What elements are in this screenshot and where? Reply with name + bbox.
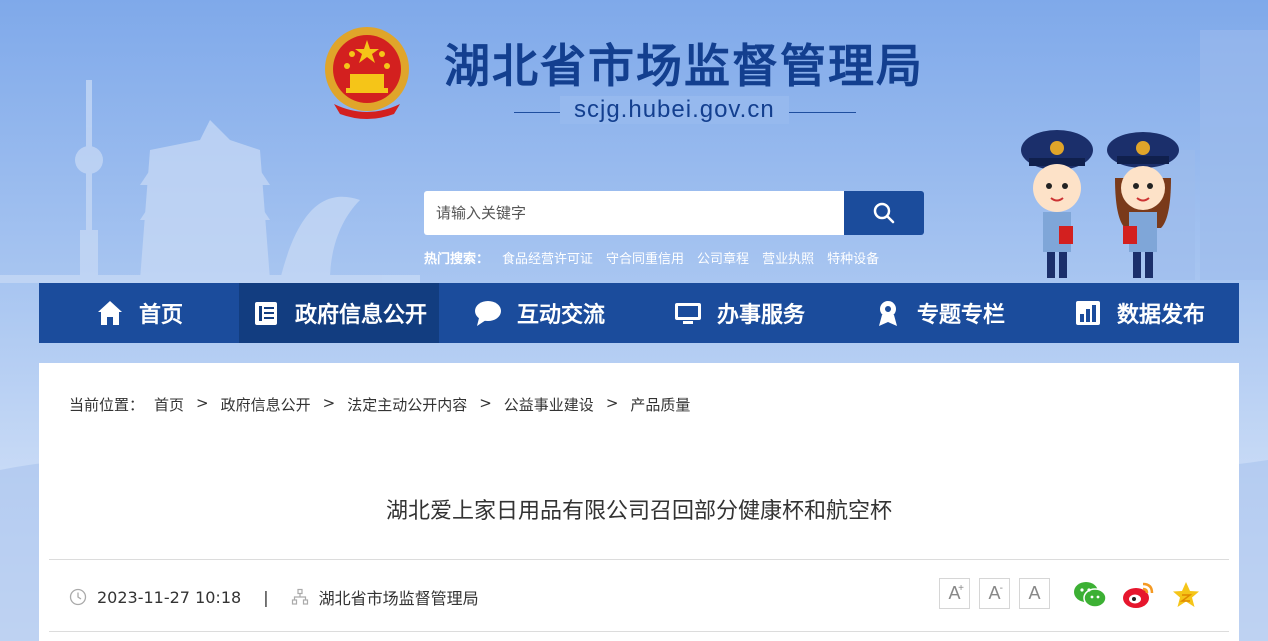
breadcrumb: 当前位置： 首页 > 政府信息公开 > 法定主动公开内容 > 公益事业建设 > … bbox=[69, 394, 690, 415]
nav-item-label: 互动交流 bbox=[516, 303, 605, 328]
font-decrease-button[interactable]: A- bbox=[979, 578, 1010, 609]
minus-icon: - bbox=[999, 583, 1003, 594]
clock-icon bbox=[69, 588, 87, 606]
hot-search-term[interactable]: 食品经营许可证 bbox=[502, 248, 593, 267]
breadcrumb-item[interactable]: 公益事业建设 bbox=[504, 394, 594, 415]
document-list-icon bbox=[254, 302, 277, 325]
weibo-icon[interactable] bbox=[1121, 578, 1155, 612]
breadcrumb-item[interactable]: 法定主动公开内容 bbox=[347, 394, 467, 415]
meta-divider bbox=[49, 631, 1229, 632]
breadcrumb-label: 当前位置： bbox=[69, 396, 145, 414]
site-title: 湖北省市场监督管理局 bbox=[444, 39, 924, 93]
breadcrumb-separator: > bbox=[605, 394, 619, 412]
nav-item-gov-info[interactable]: 政府信息公开 bbox=[239, 283, 439, 343]
main-nav: 首页 政府信息公开 互动交流 办事服务 专题专栏 数据发布 bbox=[39, 283, 1239, 343]
nav-item-label: 办事服务 bbox=[716, 303, 805, 328]
font-reset-button[interactable]: A bbox=[1019, 578, 1050, 609]
bar-chart-icon bbox=[1075, 301, 1100, 325]
breadcrumb-item[interactable]: 政府信息公开 bbox=[221, 394, 311, 415]
font-reset-label: A bbox=[1028, 583, 1041, 603]
search-icon bbox=[873, 202, 895, 224]
nav-item-services[interactable]: 办事服务 bbox=[639, 283, 839, 343]
nav-item-interaction[interactable]: 互动交流 bbox=[439, 283, 639, 343]
article-source: 湖北省市场监督管理局 bbox=[318, 589, 479, 608]
hot-search-term[interactable]: 营业执照 bbox=[762, 248, 814, 267]
meta-separator: | bbox=[263, 587, 269, 607]
font-size-controls: A + A- A bbox=[939, 578, 1050, 609]
hot-search-label: 热门搜索： bbox=[424, 252, 490, 267]
share-icons bbox=[1073, 578, 1203, 612]
search-bar bbox=[424, 191, 924, 235]
breadcrumb-item[interactable]: 产品质量 bbox=[630, 394, 690, 415]
breadcrumb-separator: > bbox=[479, 394, 492, 412]
search-button[interactable] bbox=[844, 191, 924, 235]
nav-item-label: 数据发布 bbox=[1116, 303, 1205, 328]
badge-icon bbox=[878, 301, 897, 326]
organization-icon bbox=[291, 588, 308, 605]
favorite-star-icon[interactable] bbox=[1169, 578, 1203, 612]
article-panel: 当前位置： 首页 > 政府信息公开 > 法定主动公开内容 > 公益事业建设 > … bbox=[39, 363, 1239, 641]
article-title: 湖北爱上家日用品有限公司召回部分健康杯和航空杯 bbox=[385, 499, 892, 524]
nav-item-label: 政府信息公开 bbox=[294, 303, 427, 328]
font-increase-button[interactable]: A + bbox=[939, 578, 970, 609]
breadcrumb-item[interactable]: 首页 bbox=[154, 394, 184, 415]
hot-search-term[interactable]: 特种设备 bbox=[827, 248, 879, 267]
nav-item-topics[interactable]: 专题专栏 bbox=[839, 283, 1039, 343]
title-divider bbox=[49, 559, 1229, 560]
nav-item-label: 专题专栏 bbox=[916, 303, 1005, 328]
nav-item-data[interactable]: 数据发布 bbox=[1039, 283, 1239, 343]
nav-item-label: 首页 bbox=[138, 303, 183, 328]
search-input[interactable] bbox=[424, 191, 844, 235]
wechat-icon[interactable] bbox=[1073, 578, 1107, 612]
monitor-icon bbox=[674, 303, 701, 324]
hot-search-term[interactable]: 守合同重信用 bbox=[606, 248, 684, 267]
article-meta: 2023-11-27 10:18 | 湖北省市场监督管理局 bbox=[69, 585, 479, 609]
breadcrumb-separator: > bbox=[196, 394, 209, 412]
breadcrumb-separator: > bbox=[322, 394, 336, 412]
publish-datetime: 2023-11-27 10:18 bbox=[97, 587, 242, 607]
chat-bubble-icon bbox=[474, 301, 501, 326]
hot-search: 热门搜索： 食品经营许可证 守合同重信用 公司章程 营业执照 特种设备 bbox=[424, 248, 879, 267]
site-domain: scjg.hubei.gov.cn bbox=[560, 96, 789, 124]
national-emblem-icon bbox=[325, 27, 409, 119]
hot-search-term[interactable]: 公司章程 bbox=[697, 248, 749, 267]
home-icon bbox=[97, 301, 122, 325]
mascot-illustration bbox=[1021, 130, 1179, 278]
plus-icon: + bbox=[958, 583, 964, 594]
nav-item-home[interactable]: 首页 bbox=[39, 283, 239, 343]
